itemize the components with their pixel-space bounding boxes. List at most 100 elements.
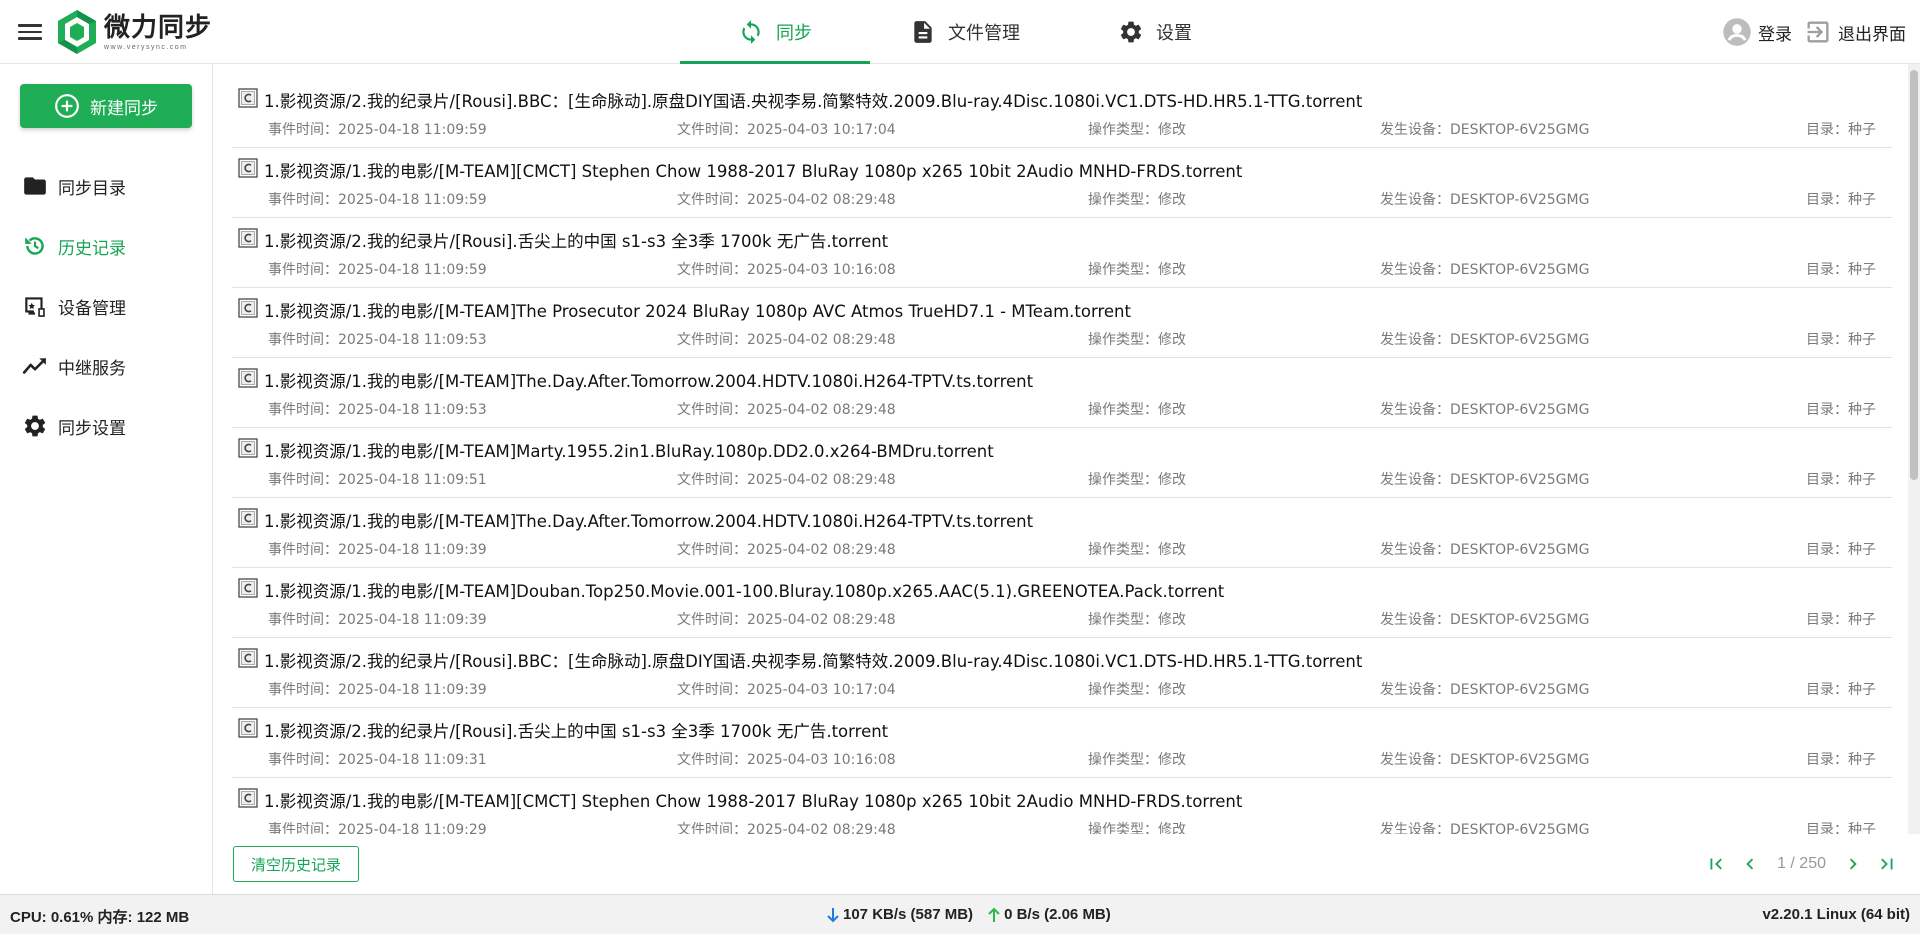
- file-time-value: 2025-04-02 08:29:48: [747, 402, 896, 418]
- operation-type: 操作类型：修改: [1088, 749, 1186, 769]
- vertical-scrollbar[interactable]: [1908, 64, 1920, 834]
- file-time: 文件时间：2025-04-02 08:29:48: [677, 609, 896, 629]
- logo-icon: [58, 10, 96, 54]
- folder-name-label: 目录：: [1806, 122, 1848, 138]
- source-device-label: 发生设备：: [1380, 122, 1450, 138]
- folder-name-label: 目录：: [1806, 192, 1848, 208]
- operation-type-value: 修改: [1158, 122, 1186, 138]
- history-row[interactable]: 1.影视资源/1.我的电影/[M-TEAM]The.Day.After.Tomo…: [232, 358, 1892, 428]
- history-row[interactable]: 1.影视资源/1.我的电影/[M-TEAM]Douban.Top250.Movi…: [232, 568, 1892, 638]
- relay-icon: [22, 358, 47, 374]
- page-info: 1 / 250: [1777, 855, 1826, 872]
- operation-type: 操作类型：修改: [1088, 679, 1186, 699]
- file-time-value: 2025-04-02 08:29:48: [747, 192, 896, 208]
- folder-name-label: 目录：: [1806, 402, 1848, 418]
- event-time-value: 2025-04-18 11:09:53: [338, 402, 487, 418]
- file-time-value: 2025-04-03 10:16:08: [747, 752, 896, 768]
- clear-history-button[interactable]: 清空历史记录: [233, 846, 359, 882]
- last-page-icon: [1881, 858, 1893, 870]
- file-time-value: 2025-04-02 08:29:48: [747, 822, 896, 834]
- file-time-value: 2025-04-02 08:29:48: [747, 332, 896, 348]
- sidebar-item-label: 同步设置: [58, 418, 126, 438]
- operation-type: 操作类型：修改: [1088, 539, 1186, 559]
- history-row[interactable]: 1.影视资源/1.我的电影/[M-TEAM]The Prosecutor 202…: [232, 288, 1892, 358]
- history-row[interactable]: 1.影视资源/2.我的纪录片/[Rousi].舌尖上的中国 s1-s3 全3季 …: [232, 708, 1892, 778]
- history-row[interactable]: 1.影视资源/2.我的纪录片/[Rousi].舌尖上的中国 s1-s3 全3季 …: [232, 218, 1892, 288]
- folder-name-label: 目录：: [1806, 752, 1848, 768]
- logout-button[interactable]: 退出界面: [1804, 18, 1906, 46]
- folder-name: 目录：种子: [1806, 119, 1876, 139]
- operation-type: 操作类型：修改: [1088, 819, 1186, 834]
- history-row[interactable]: 1.影视资源/1.我的电影/[M-TEAM]The.Day.After.Tomo…: [232, 498, 1892, 568]
- sidebar: 新建同步 同步目录 历史记录 设备管理 中继服务 同步设置: [0, 64, 213, 894]
- cpu-memory-status: CPU: 0.61% 内存: 122 MB: [10, 909, 190, 926]
- history-file-path: 1.影视资源/1.我的电影/[M-TEAM]Marty.1955.2in1.Bl…: [264, 442, 994, 461]
- event-time-label: 事件时间：: [268, 122, 338, 138]
- folder-name-value: 种子: [1848, 262, 1876, 278]
- transfer-status: 107 KB/s (587 MB) 0 B/s (2.06 MB): [826, 906, 1111, 923]
- folder-name-label: 目录：: [1806, 332, 1848, 348]
- file-modified-icon: [238, 508, 258, 528]
- event-time-value: 2025-04-18 11:09:59: [338, 262, 487, 278]
- login-button[interactable]: 登录: [1722, 17, 1792, 47]
- operation-type-label: 操作类型：: [1088, 612, 1158, 628]
- sidebar-item-sync-settings[interactable]: 同步设置: [0, 396, 212, 456]
- event-time-label: 事件时间：: [268, 542, 338, 558]
- history-file-path: 1.影视资源/2.我的纪录片/[Rousi].舌尖上的中国 s1-s3 全3季 …: [264, 232, 889, 251]
- hamburger-menu-icon[interactable]: [18, 20, 42, 42]
- scrollbar-thumb[interactable]: [1910, 70, 1918, 480]
- file-time-label: 文件时间：: [677, 122, 747, 138]
- sidebar-item-history[interactable]: 历史记录: [0, 216, 212, 276]
- chevron-right-icon: [1849, 858, 1857, 870]
- tab-file-management[interactable]: 文件管理: [870, 0, 1060, 64]
- folder-name-value: 种子: [1848, 612, 1876, 628]
- first-page-button[interactable]: [1699, 847, 1733, 881]
- sidebar-item-relay[interactable]: 中继服务: [0, 336, 212, 396]
- event-time-value: 2025-04-18 11:09:29: [338, 822, 487, 834]
- login-label: 登录: [1758, 24, 1792, 44]
- new-sync-label: 新建同步: [90, 98, 158, 118]
- history-row[interactable]: 1.影视资源/2.我的纪录片/[Rousi].BBC：[生命脉动].原盘DIY国…: [232, 78, 1892, 148]
- file-modified-icon: [238, 88, 258, 108]
- sidebar-item-label: 中继服务: [58, 358, 126, 378]
- sidebar-item-label: 历史记录: [58, 238, 126, 258]
- folder-name-label: 目录：: [1806, 822, 1848, 834]
- event-time: 事件时间：2025-04-18 11:09:39: [268, 679, 487, 699]
- file-modified-icon: [238, 298, 258, 318]
- history-row[interactable]: 1.影视资源/2.我的纪录片/[Rousi].BBC：[生命脉动].原盘DIY国…: [232, 638, 1892, 708]
- file-time: 文件时间：2025-04-03 10:16:08: [677, 259, 896, 279]
- file-modified-icon: [238, 368, 258, 388]
- file-time: 文件时间：2025-04-02 08:29:48: [677, 189, 896, 209]
- history-file-path: 1.影视资源/1.我的电影/[M-TEAM][CMCT] Stephen Cho…: [264, 162, 1243, 181]
- sidebar-item-sync-folders[interactable]: 同步目录: [0, 156, 212, 216]
- tab-sync[interactable]: 同步: [680, 0, 870, 64]
- history-row[interactable]: 1.影视资源/1.我的电影/[M-TEAM]Marty.1955.2in1.Bl…: [232, 428, 1892, 498]
- file-time-label: 文件时间：: [677, 822, 747, 834]
- source-device-label: 发生设备：: [1380, 822, 1450, 834]
- first-page-icon: [1710, 858, 1722, 870]
- sidebar-item-devices[interactable]: 设备管理: [0, 276, 212, 336]
- sidebar-item-label: 设备管理: [58, 298, 126, 318]
- operation-type-value: 修改: [1158, 262, 1186, 278]
- operation-type: 操作类型：修改: [1088, 119, 1186, 139]
- source-device: 发生设备：DESKTOP-6V25GMG: [1380, 609, 1589, 629]
- folder-name-label: 目录：: [1806, 472, 1848, 488]
- event-time-label: 事件时间：: [268, 752, 338, 768]
- file-time-value: 2025-04-03 10:17:04: [747, 682, 896, 698]
- history-row[interactable]: 1.影视资源/1.我的电影/[M-TEAM][CMCT] Stephen Cho…: [232, 778, 1892, 834]
- history-list[interactable]: 1.影视资源/2.我的纪录片/[Rousi].BBC：[生命脉动].原盘DIY国…: [232, 78, 1892, 834]
- sync-icon: [742, 20, 760, 44]
- event-time: 事件时间：2025-04-18 11:09:59: [268, 189, 487, 209]
- prev-page-button[interactable]: [1733, 847, 1767, 881]
- settings-icon: [24, 415, 46, 437]
- file-time: 文件时间：2025-04-03 10:17:04: [677, 679, 896, 699]
- new-sync-button[interactable]: 新建同步: [20, 84, 192, 128]
- operation-type-label: 操作类型：: [1088, 822, 1158, 834]
- tab-settings[interactable]: 设置: [1060, 0, 1250, 64]
- event-time-label: 事件时间：: [268, 612, 338, 628]
- folder-name: 目录：种子: [1806, 189, 1876, 209]
- last-page-button[interactable]: [1870, 847, 1904, 881]
- history-row[interactable]: 1.影视资源/1.我的电影/[M-TEAM][CMCT] Stephen Cho…: [232, 148, 1892, 218]
- next-page-button[interactable]: [1836, 847, 1870, 881]
- history-file-path: 1.影视资源/1.我的电影/[M-TEAM]The.Day.After.Tomo…: [264, 372, 1034, 391]
